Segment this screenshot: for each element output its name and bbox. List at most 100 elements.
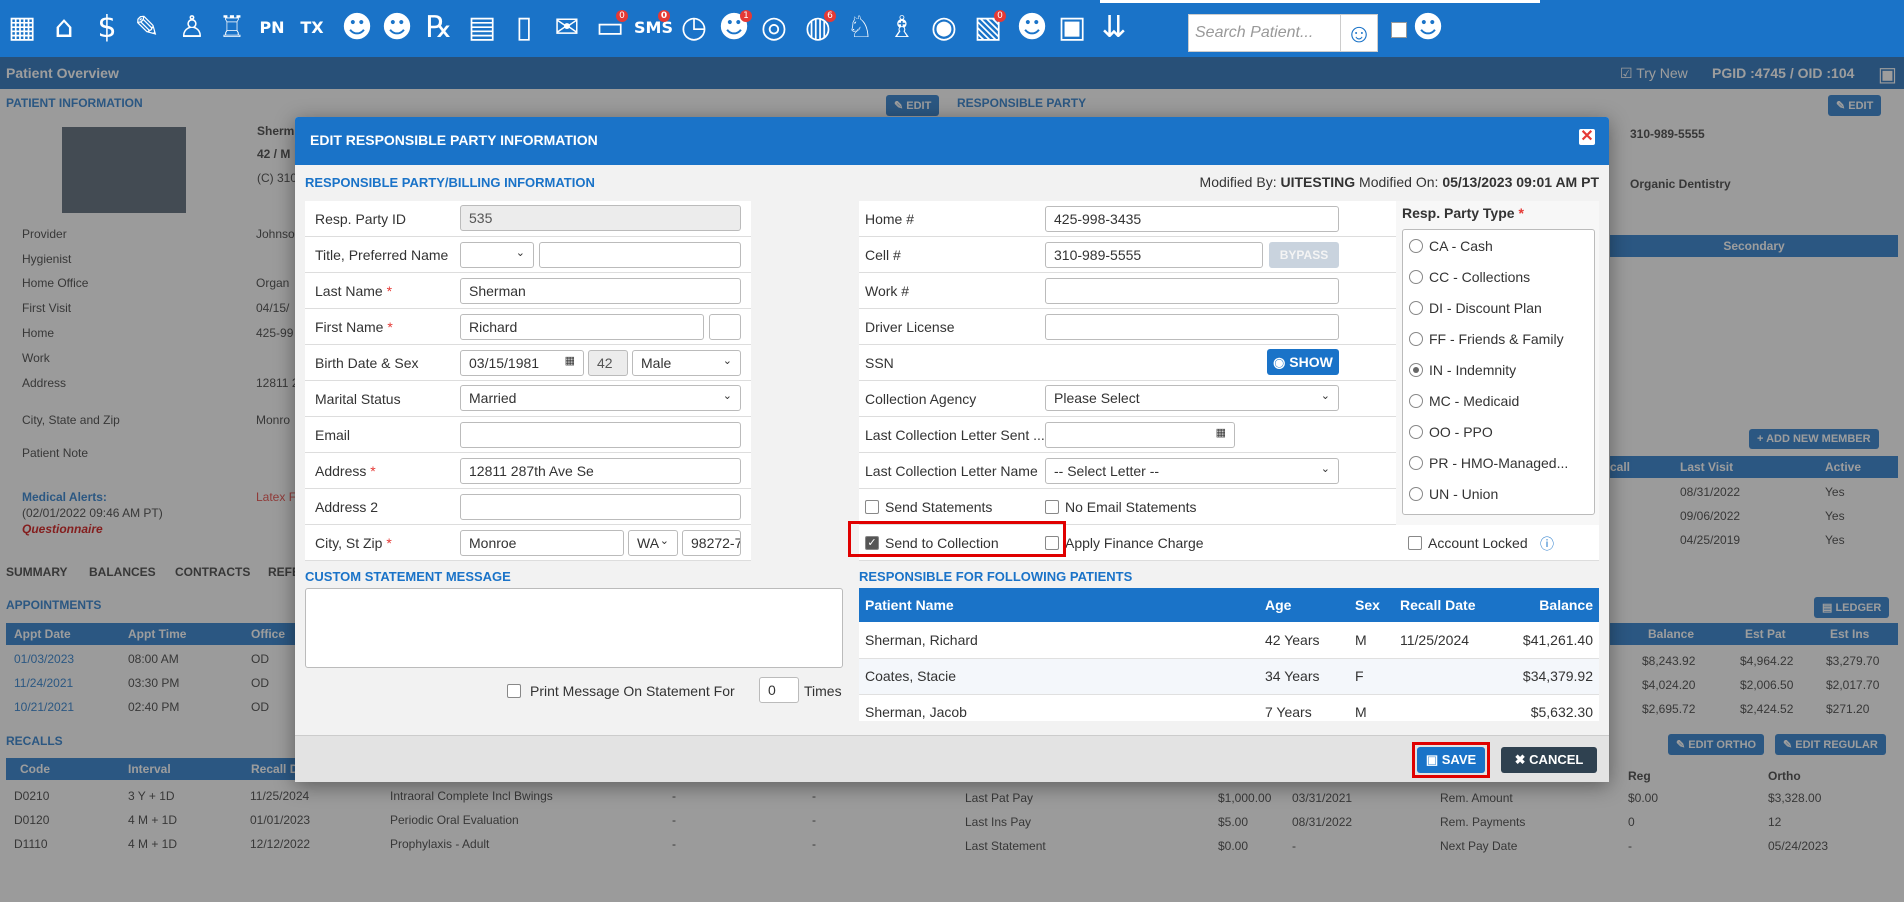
- close-icon[interactable]: ✕: [1579, 129, 1595, 145]
- resp-type-radio[interactable]: [1409, 456, 1423, 470]
- collection-agency-row: Collection Agency Please Select ⌄: [859, 381, 1396, 417]
- collection-agency-select[interactable]: Please Select ⌄: [1045, 385, 1339, 411]
- state-select[interactable]: WA ⌄: [628, 530, 678, 556]
- preferred-name-input[interactable]: [539, 242, 741, 268]
- rx-icon-glyph: ℞: [425, 10, 453, 45]
- print-icon[interactable]: ▣: [1054, 10, 1090, 46]
- show-ssn-button[interactable]: ◉ SHOW: [1267, 349, 1339, 375]
- table-row[interactable]: Sherman, Richard 42 Years M 11/25/2024 $41,2…: [859, 622, 1599, 659]
- patient-search-icon[interactable]: ☺: [1340, 14, 1378, 52]
- resp-type-radio[interactable]: [1409, 239, 1423, 253]
- resp-type-option[interactable]: CA - Cash: [1409, 234, 1589, 258]
- driver-license-input[interactable]: [1045, 314, 1339, 340]
- resp-type-radio[interactable]: [1409, 394, 1423, 408]
- resp-type-radio[interactable]: [1409, 487, 1423, 501]
- rx-icon[interactable]: ℞: [421, 10, 457, 46]
- account-locked-checkbox[interactable]: [1408, 536, 1422, 550]
- bypass-button[interactable]: BYPASS: [1269, 242, 1339, 268]
- cancel-button[interactable]: ✖ CANCEL: [1501, 747, 1597, 773]
- globe-user-icon[interactable]: ◎: [756, 10, 792, 46]
- marital-select[interactable]: Married ⌄: [460, 385, 741, 411]
- tooth-question-icon[interactable]: ♗: [884, 10, 920, 46]
- sex-select[interactable]: Male ⌄: [632, 350, 741, 376]
- top-toolbar: ▦ ⌂ $ ✎ ♙ ♖ PN TX ☻ ☻ ℞ ▤ ▯ ✉ ▭ 0 SMS 0 ◷ ☻ 1 ◎ ◍ 6 ♘ ♗ ◉ ▧ 0 ☻ ▣ ⇊ Sea…: [0, 0, 1904, 57]
- last-name-input[interactable]: Sherman: [460, 278, 741, 304]
- calendar-icon[interactable]: ▦: [565, 354, 575, 367]
- collapse-icon[interactable]: ⇊: [1096, 10, 1132, 46]
- tx-icon[interactable]: TX: [294, 10, 330, 46]
- city-input[interactable]: Monroe: [460, 530, 624, 556]
- patient-cell: Sherman, Richard: [859, 622, 1259, 659]
- claims-icon[interactable]: ▧ 0: [970, 10, 1006, 46]
- resp-type-option[interactable]: OO - PPO: [1409, 420, 1589, 444]
- alerts-icon[interactable]: ☻ 1: [716, 10, 752, 46]
- resp-type-label: FF - Friends & Family: [1429, 331, 1564, 347]
- document-icon-glyph: ▯: [515, 10, 533, 45]
- custom-message-textarea[interactable]: [305, 588, 843, 668]
- home-phone-input[interactable]: 425-998-3435: [1045, 206, 1339, 232]
- email-input[interactable]: [460, 422, 741, 448]
- notes-icon[interactable]: ✎: [129, 10, 165, 46]
- add-patient-icon[interactable]: ☻: [339, 10, 375, 46]
- chevron-down-icon: ⌄: [722, 390, 732, 402]
- last-letter-name-select[interactable]: -- Select Letter -- ⌄: [1045, 458, 1339, 484]
- resp-type-label: MC - Medicaid: [1429, 393, 1520, 409]
- middle-initial-input[interactable]: [709, 314, 741, 340]
- zip-input[interactable]: 98272-7: [682, 530, 741, 556]
- first-name-input[interactable]: Richard: [460, 314, 704, 340]
- address-input[interactable]: 12811 287th Ave Se: [460, 458, 741, 484]
- notification-badge: 0: [658, 10, 670, 22]
- mail-icon[interactable]: ✉: [549, 10, 585, 46]
- resp-party-type-panel: Resp. Party Type * CA - Cash CC - Collect…: [1396, 201, 1599, 525]
- address2-input[interactable]: [460, 494, 741, 520]
- resp-type-radio[interactable]: [1409, 332, 1423, 346]
- resp-type-option[interactable]: PR - HMO-Managed...: [1409, 451, 1589, 475]
- billing-icon[interactable]: $: [89, 10, 125, 46]
- tooth-icon[interactable]: ♖: [214, 10, 250, 46]
- last-letter-sent-input[interactable]: ▦: [1045, 422, 1235, 448]
- cell-phone-input[interactable]: 310-989-5555: [1045, 242, 1263, 268]
- forms-icon[interactable]: ▤: [464, 10, 500, 46]
- table-row[interactable]: Coates, Stacie 34 Years F $34,379.92: [859, 658, 1599, 695]
- add-family-icon[interactable]: ☻: [379, 10, 415, 46]
- support-icon[interactable]: ◍ 6: [800, 10, 836, 46]
- birth-date-input[interactable]: 03/15/1981 ▦: [460, 350, 584, 376]
- work-phone-input[interactable]: [1045, 278, 1339, 304]
- document-icon[interactable]: ▯: [506, 10, 542, 46]
- apply-finance-charge-label: Apply Finance Charge: [1065, 535, 1204, 551]
- sms-icon[interactable]: SMS 0: [634, 10, 673, 46]
- resp-type-option[interactable]: IN - Indemnity: [1409, 358, 1589, 382]
- title-select[interactable]: ⌄: [460, 242, 534, 268]
- resp-type-option[interactable]: DI - Discount Plan: [1409, 296, 1589, 320]
- home-icon[interactable]: ⌂: [46, 10, 82, 46]
- clock-icon[interactable]: ◷: [676, 10, 712, 46]
- patient-col-header: Patient Name: [859, 588, 1259, 622]
- no-email-statements-checkbox[interactable]: [1045, 500, 1059, 514]
- resp-type-radio[interactable]: [1409, 301, 1423, 315]
- calendar-icon[interactable]: ▦: [1216, 426, 1226, 439]
- chat-icon[interactable]: ▭ 0: [592, 10, 628, 46]
- resp-type-option[interactable]: CC - Collections: [1409, 265, 1589, 289]
- group-icon[interactable]: ☻: [1014, 10, 1050, 46]
- table-row[interactable]: Sherman, Jacob 7 Years M $5,632.30: [859, 694, 1599, 721]
- search-patient-input[interactable]: Search Patient...: [1188, 14, 1342, 52]
- info-icon[interactable]: ⓘ: [1540, 534, 1554, 554]
- tooth-chart-icon[interactable]: ♙: [174, 10, 210, 46]
- resp-type-option[interactable]: UN - Union: [1409, 482, 1589, 506]
- calendar-icon[interactable]: ▦: [4, 10, 40, 46]
- resp-type-option[interactable]: FF - Friends & Family: [1409, 327, 1589, 351]
- print-message-checkbox[interactable]: [507, 684, 521, 698]
- toolbar-checkbox[interactable]: [1391, 22, 1407, 38]
- custom-message-title: CUSTOM STATEMENT MESSAGE: [305, 569, 511, 584]
- resp-type-radio[interactable]: [1409, 270, 1423, 284]
- send-statements-checkbox[interactable]: [865, 500, 879, 514]
- web-icon[interactable]: ◉: [926, 10, 962, 46]
- modified-info: Modified By: UITESTING Modified On: 05/1…: [1200, 174, 1599, 190]
- pn-icon[interactable]: PN: [254, 10, 290, 46]
- print-times-input[interactable]: 0: [759, 677, 799, 703]
- resp-type-radio[interactable]: [1409, 425, 1423, 439]
- family-search-icon[interactable]: ☻: [1410, 10, 1446, 46]
- tooth-alt-icon[interactable]: ♘: [842, 10, 878, 46]
- resp-type-radio[interactable]: [1409, 363, 1423, 377]
- resp-type-option[interactable]: MC - Medicaid: [1409, 389, 1589, 413]
